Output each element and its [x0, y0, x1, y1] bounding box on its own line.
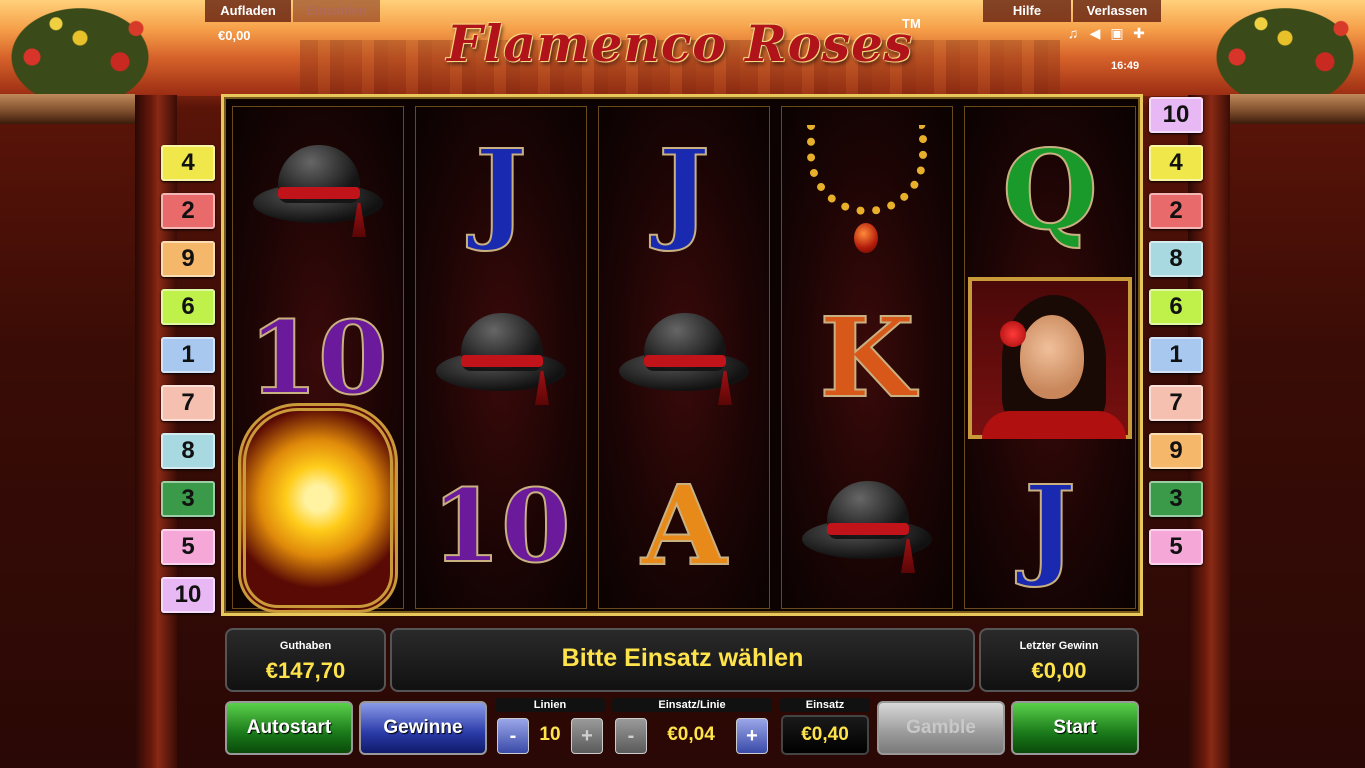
payline-left-9: 9: [161, 241, 215, 277]
hat-icon: [431, 303, 571, 413]
flamenco-lady-icon: [968, 277, 1132, 439]
payline-left-10: 10: [161, 577, 215, 613]
symbol-necklace: [782, 107, 952, 273]
clock: 16:49: [1111, 60, 1140, 72]
reel-5: QJ: [964, 106, 1136, 609]
hat-icon: [248, 135, 388, 245]
letzter-gewinn-value: €0,00: [1031, 658, 1087, 683]
reel-area: 10 J 10 J A K Q J: [221, 94, 1143, 616]
guthaben-label: Guthaben: [279, 640, 332, 652]
payline-right-5: 5: [1149, 529, 1203, 565]
payline-right-9: 9: [1149, 433, 1203, 469]
hilfe-button[interactable]: Hilfe: [983, 0, 1071, 22]
necklace-icon: [792, 115, 942, 265]
reel-1: 10: [232, 106, 404, 613]
payline-left-1: 1: [161, 337, 215, 373]
guthaben-value: €147,70: [265, 658, 346, 683]
reel-3: JA: [598, 106, 770, 609]
einsatz-linie-minus-button[interactable]: -: [615, 718, 647, 754]
reel-4: K: [781, 106, 953, 609]
symbol-hat: [233, 107, 403, 273]
payline-right-1: 1: [1149, 337, 1203, 373]
start-button[interactable]: Start: [1011, 701, 1139, 755]
settings-icon[interactable]: ✚: [1131, 25, 1147, 41]
symbol-rose: [233, 403, 403, 613]
einsatz-linie-plus-button[interactable]: +: [736, 718, 768, 754]
symbol-letter: K: [818, 293, 916, 422]
symbol-letter: 10: [247, 299, 388, 417]
music-icon[interactable]: ♫: [1065, 25, 1081, 41]
symbol-hat: [599, 275, 769, 441]
ledge-left: [0, 94, 135, 124]
payline-right-2: 2: [1149, 193, 1203, 229]
autostart-button[interactable]: Autostart: [225, 701, 353, 755]
symbol-letter: Q: [1001, 125, 1099, 254]
gamble-button[interactable]: Gamble: [877, 701, 1005, 755]
symbol-a: A: [599, 443, 769, 609]
symbol-letter: J: [474, 125, 528, 254]
status-message: Bitte Einsatz wählen: [561, 644, 804, 672]
flower-basket-left: [0, 0, 160, 95]
payline-right-8: 8: [1149, 241, 1203, 277]
game-logo: Flamenco Roses: [446, 14, 914, 73]
game-screen: Aufladen Einzahlen €0,00 Hilfe Verlassen…: [0, 0, 1365, 768]
payline-left-5: 5: [161, 529, 215, 565]
hat-icon: [614, 303, 754, 413]
symbol-j: J: [599, 107, 769, 273]
payline-left-2: 2: [161, 193, 215, 229]
symbol-hat: [416, 275, 586, 441]
payline-left-6: 6: [161, 289, 215, 325]
einsatz-value: €0,40: [781, 715, 869, 755]
payline-right-4: 4: [1149, 145, 1203, 181]
einsatz-linie-value: €0,04: [667, 724, 715, 745]
verlassen-button[interactable]: Verlassen: [1073, 0, 1161, 22]
symbol-hat: [782, 443, 952, 609]
symbol-letter: J: [657, 125, 711, 254]
linien-minus-button[interactable]: -: [497, 718, 529, 754]
payline-right-7: 7: [1149, 385, 1203, 421]
credit-display: €0,00: [218, 28, 251, 43]
linien-value: 10: [539, 724, 561, 745]
linien-plus-button[interactable]: +: [571, 718, 603, 754]
symbol-10: 10: [416, 443, 586, 609]
reel-2: J 10: [415, 106, 587, 609]
symbol-j: J: [416, 107, 586, 273]
flower-basket-right: [1205, 0, 1365, 95]
rose-icon: [238, 403, 398, 613]
payline-right-6: 6: [1149, 289, 1203, 325]
symbol-letter: 10: [430, 467, 571, 585]
payline-left-4: 4: [161, 145, 215, 181]
symbol-letter: A: [640, 461, 727, 590]
hat-icon: [797, 471, 937, 581]
symbol-k: K: [782, 275, 952, 441]
linien-label: Linien: [495, 698, 605, 712]
symbol-lady: [965, 275, 1135, 441]
ledge-right: [1230, 94, 1365, 124]
payline-right-3: 3: [1149, 481, 1203, 517]
payline-right-10: 10: [1149, 97, 1203, 133]
aufladen-button[interactable]: Aufladen: [205, 0, 291, 22]
letzter-gewinn-panel: Letzter Gewinn €0,00: [979, 628, 1139, 692]
einzahlen-button[interactable]: Einzahlen: [293, 0, 380, 22]
payline-left-7: 7: [161, 385, 215, 421]
payline-left-8: 8: [161, 433, 215, 469]
einsatz-linie-label: Einsatz/Linie: [612, 698, 772, 712]
symbol-j: J: [965, 443, 1135, 609]
payline-left-3: 3: [161, 481, 215, 517]
sound-icon[interactable]: ◀: [1087, 25, 1103, 41]
gewinne-button[interactable]: Gewinne: [359, 701, 487, 755]
symbol-letter: J: [1023, 461, 1077, 590]
letzter-gewinn-label: Letzter Gewinn: [1019, 640, 1099, 652]
guthaben-panel: Guthaben €147,70: [225, 628, 386, 692]
symbol-q: Q: [965, 107, 1135, 273]
einsatz-label: Einsatz: [780, 698, 870, 712]
trademark: TM: [902, 16, 921, 31]
fullscreen-icon[interactable]: ▣: [1109, 25, 1125, 41]
message-panel: Bitte Einsatz wählen: [390, 628, 975, 692]
